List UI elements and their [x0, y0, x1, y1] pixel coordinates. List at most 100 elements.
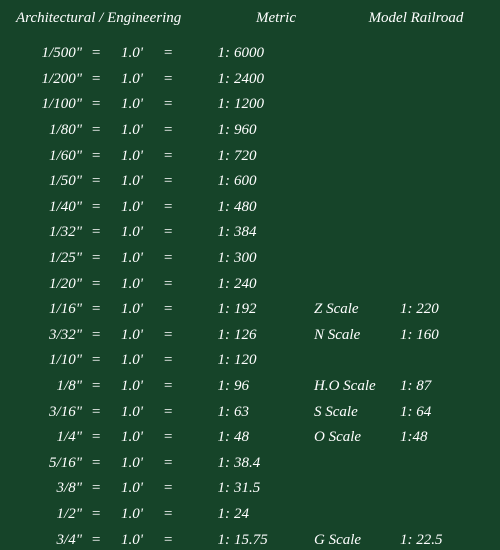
cell-equals: = [82, 506, 110, 523]
cell-equals: = [154, 199, 182, 216]
cell-equals: = [154, 352, 182, 369]
cell-foot: 1.0' [110, 122, 154, 139]
cell-foot: 1.0' [110, 506, 154, 523]
cell-metric-prefix: 1: [182, 199, 234, 216]
cell-equals: = [154, 250, 182, 267]
cell-equals: = [154, 122, 182, 139]
cell-fraction: 1/2" [12, 506, 82, 523]
header-metric: Metric [226, 10, 326, 27]
cell-metric-prefix: 1: [182, 173, 234, 190]
cell-metric-value: 48 [234, 429, 286, 446]
header-arch-eng: Architectural / Engineering [12, 10, 226, 27]
cell-foot: 1.0' [110, 148, 154, 165]
cell-metric-prefix: 1: [182, 455, 234, 472]
cell-equals: = [154, 301, 182, 318]
cell-equals: = [82, 301, 110, 318]
cell-metric-value: 15.75 [234, 532, 286, 549]
cell-fraction: 1/500" [12, 45, 82, 62]
cell-fraction: 1/80" [12, 122, 82, 139]
cell-metric-prefix: 1: [182, 71, 234, 88]
cell-foot: 1.0' [110, 173, 154, 190]
cell-fraction: 3/8" [12, 480, 82, 497]
cell-equals: = [82, 352, 110, 369]
cell-equals: = [154, 224, 182, 241]
cell-fraction: 3/4" [12, 532, 82, 549]
cell-metric-prefix: 1: [182, 148, 234, 165]
cell-metric-value: 126 [234, 327, 286, 344]
table-row: 1/2"=1.0'=1:24 [12, 502, 488, 528]
cell-rr-name: H.O Scale [286, 378, 394, 395]
cell-fraction: 1/8" [12, 378, 82, 395]
table-row: 1/80"=1.0'=1:960 [12, 118, 488, 144]
cell-rr-ratio: 1: 87 [394, 378, 488, 395]
table-row: 1/25"=1.0'=1:300 [12, 246, 488, 272]
cell-fraction: 5/16" [12, 455, 82, 472]
cell-metric-value: 240 [234, 276, 286, 293]
cell-foot: 1.0' [110, 45, 154, 62]
cell-metric-value: 38.4 [234, 455, 286, 472]
cell-rr-name: N Scale [286, 327, 394, 344]
cell-metric-value: 63 [234, 404, 286, 421]
cell-metric-value: 31.5 [234, 480, 286, 497]
cell-foot: 1.0' [110, 224, 154, 241]
scale-conversion-table: Architectural / Engineering Metric Model… [0, 0, 500, 550]
cell-equals: = [82, 378, 110, 395]
cell-metric-prefix: 1: [182, 429, 234, 446]
cell-foot: 1.0' [110, 480, 154, 497]
cell-fraction: 1/200" [12, 71, 82, 88]
cell-metric-value: 960 [234, 122, 286, 139]
table-row: 3/32"=1.0'=1:126N Scale1: 160 [12, 323, 488, 349]
table-row: 1/4"=1.0'=1:48O Scale1:48 [12, 425, 488, 451]
cell-metric-prefix: 1: [182, 404, 234, 421]
table-row: 3/8"=1.0'=1:31.5 [12, 476, 488, 502]
cell-rr-ratio: 1:48 [394, 429, 488, 446]
cell-rr-ratio: 1: 220 [394, 301, 488, 318]
cell-foot: 1.0' [110, 327, 154, 344]
table-row: 1/500"=1.0'=1:6000 [12, 41, 488, 67]
table-row: 1/50"=1.0'=1:600 [12, 169, 488, 195]
cell-equals: = [82, 199, 110, 216]
cell-metric-prefix: 1: [182, 352, 234, 369]
cell-equals: = [82, 224, 110, 241]
cell-fraction: 3/32" [12, 327, 82, 344]
cell-rr-name: Z Scale [286, 301, 394, 318]
cell-metric-value: 120 [234, 352, 286, 369]
cell-foot: 1.0' [110, 352, 154, 369]
cell-metric-prefix: 1: [182, 224, 234, 241]
cell-rr-name: O Scale [286, 429, 394, 446]
cell-fraction: 1/25" [12, 250, 82, 267]
cell-foot: 1.0' [110, 250, 154, 267]
cell-equals: = [82, 173, 110, 190]
cell-equals: = [154, 327, 182, 344]
cell-fraction: 1/32" [12, 224, 82, 241]
cell-metric-prefix: 1: [182, 96, 234, 113]
cell-metric-prefix: 1: [182, 378, 234, 395]
cell-fraction: 1/16" [12, 301, 82, 318]
cell-metric-value: 300 [234, 250, 286, 267]
cell-equals: = [154, 429, 182, 446]
cell-foot: 1.0' [110, 404, 154, 421]
cell-equals: = [82, 404, 110, 421]
table-row: 1/16"=1.0'=1:192Z Scale1: 220 [12, 297, 488, 323]
cell-equals: = [82, 122, 110, 139]
cell-equals: = [82, 45, 110, 62]
cell-equals: = [82, 327, 110, 344]
cell-metric-value: 2400 [234, 71, 286, 88]
cell-rr-ratio: 1: 22.5 [394, 532, 488, 549]
cell-equals: = [154, 378, 182, 395]
cell-foot: 1.0' [110, 301, 154, 318]
cell-equals: = [154, 148, 182, 165]
cell-equals: = [82, 532, 110, 549]
cell-equals: = [82, 250, 110, 267]
cell-equals: = [154, 45, 182, 62]
cell-rr-ratio: 1: 160 [394, 327, 488, 344]
cell-rr-name: G Scale [286, 532, 394, 549]
cell-foot: 1.0' [110, 276, 154, 293]
cell-foot: 1.0' [110, 71, 154, 88]
cell-equals: = [154, 506, 182, 523]
cell-foot: 1.0' [110, 429, 154, 446]
table-row: 1/20"=1.0'=1:240 [12, 271, 488, 297]
cell-fraction: 1/20" [12, 276, 82, 293]
cell-equals: = [154, 276, 182, 293]
cell-equals: = [82, 480, 110, 497]
